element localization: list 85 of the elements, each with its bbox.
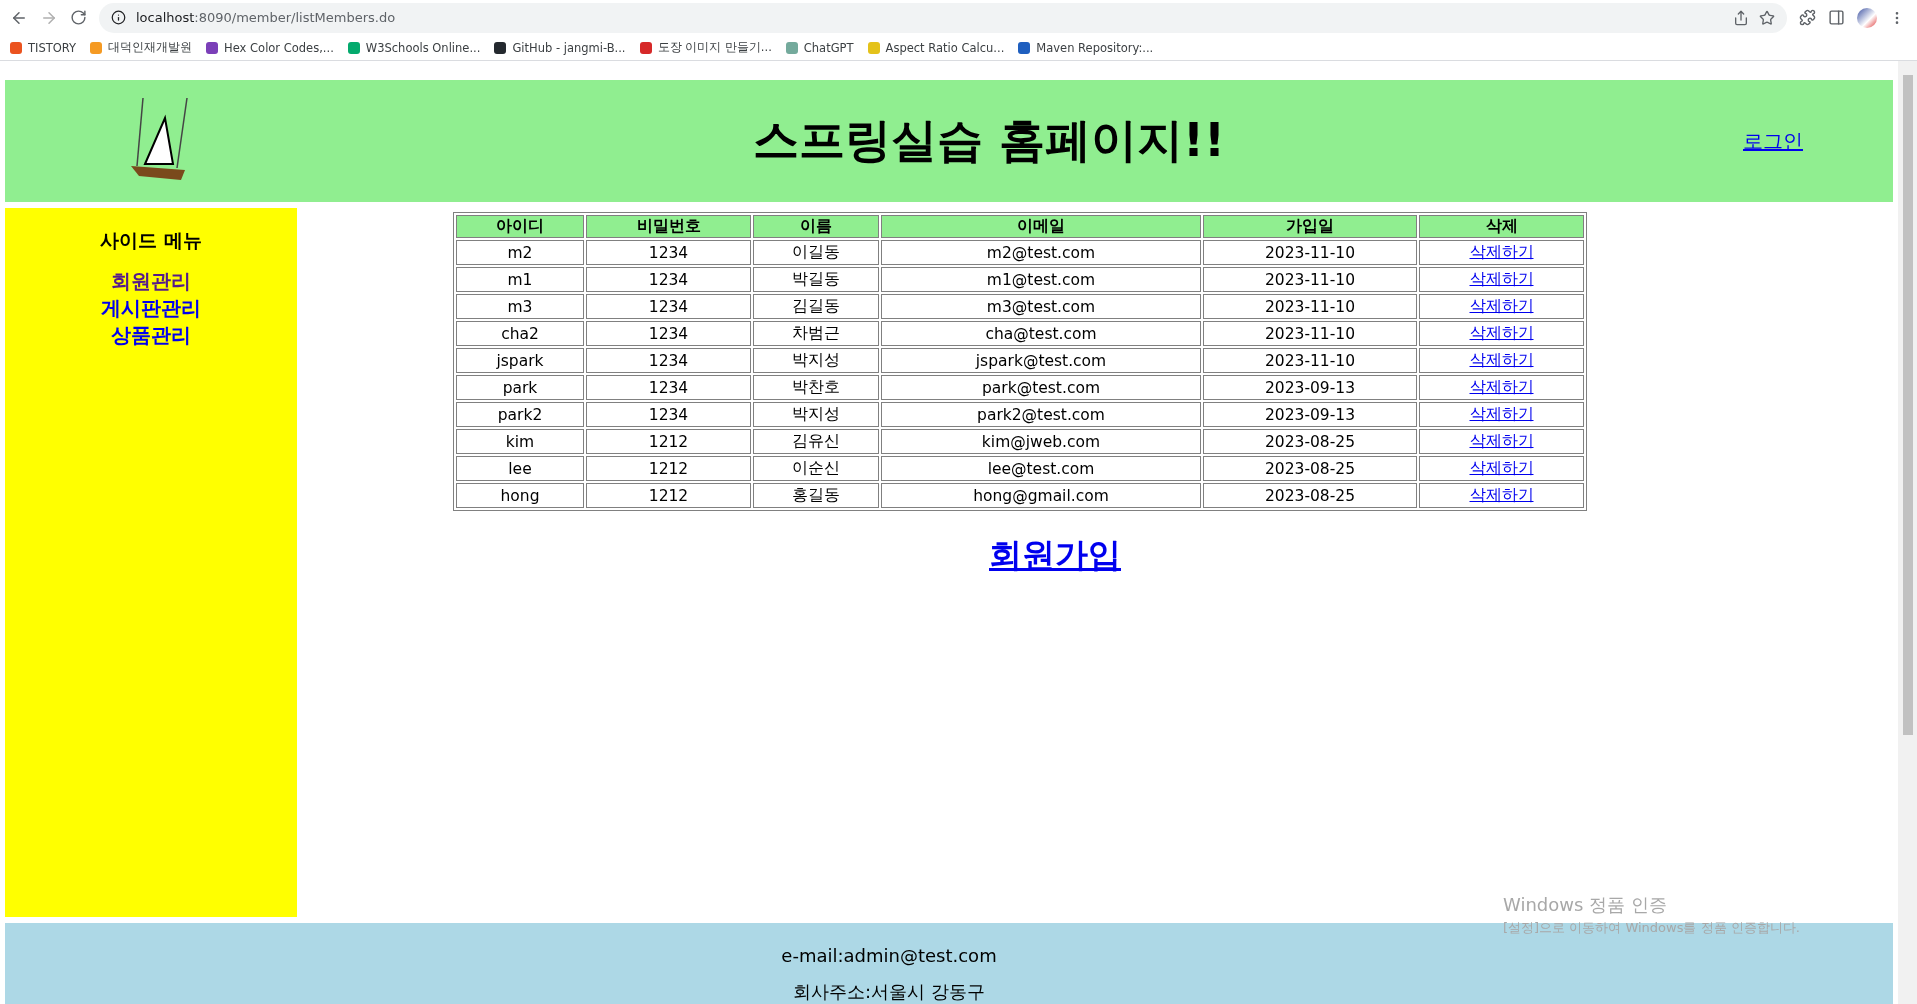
side-menu-link[interactable]: 게시판관리 — [101, 295, 201, 322]
scrollbar[interactable] — [1898, 61, 1917, 1004]
side-menu-link[interactable]: 회원관리 — [111, 268, 191, 295]
table-cell: jspark — [456, 348, 584, 373]
share-icon[interactable] — [1733, 9, 1749, 26]
table-cell: 이길동 — [753, 240, 879, 265]
table-cell: 김길동 — [753, 294, 879, 319]
table-cell: park — [456, 375, 584, 400]
bookmark-link[interactable]: Maven Repository:... — [1018, 40, 1154, 55]
column-header: 삭제 — [1419, 215, 1584, 238]
bookmark-link[interactable]: 대덕인재개발원 — [90, 40, 193, 55]
table-cell: m2 — [456, 240, 584, 265]
table-cell: 김유신 — [753, 429, 879, 454]
table-cell: 1234 — [586, 321, 751, 346]
table-cell: hong@gmail.com — [881, 483, 1201, 508]
site-title: 스프링실습 홈페이지!! — [752, 112, 1226, 169]
table-cell: 1234 — [586, 375, 751, 400]
table-cell: jspark@test.com — [881, 348, 1201, 373]
table-cell: 2023-11-10 — [1203, 321, 1417, 346]
reload-button[interactable] — [70, 9, 87, 26]
bookmark-link[interactable]: GitHub - jangmi-B... — [494, 40, 626, 55]
table-cell: cha2 — [456, 321, 584, 346]
table-cell: 1234 — [586, 240, 751, 265]
table-cell: 박지성 — [753, 402, 879, 427]
column-header: 가입일 — [1203, 215, 1417, 238]
table-cell: 2023-11-10 — [1203, 240, 1417, 265]
table-cell: 1234 — [586, 402, 751, 427]
table-cell: 2023-08-25 — [1203, 483, 1417, 508]
signup-link[interactable]: 회원가입 — [989, 533, 1121, 578]
column-header: 비밀번호 — [586, 215, 751, 238]
table-cell: 1234 — [586, 294, 751, 319]
table-cell: 1212 — [586, 429, 751, 454]
table-cell: 1212 — [586, 456, 751, 481]
table-cell: 이순신 — [753, 456, 879, 481]
side-panel-button[interactable] — [1828, 9, 1845, 26]
table-cell: 차범근 — [753, 321, 879, 346]
bookmark-link[interactable]: TISTORY — [10, 40, 77, 55]
bookmark-link[interactable]: 도장 이미지 만들기... — [639, 40, 772, 55]
side-menu-title: 사이드 메뉴 — [100, 228, 202, 253]
table-cell: kim — [456, 429, 584, 454]
table-cell: 2023-11-10 — [1203, 267, 1417, 292]
column-header: 아이디 — [456, 215, 584, 238]
table-cell: m3@test.com — [881, 294, 1201, 319]
address-bar[interactable]: localhost:8090/member/listMembers.do — [99, 2, 1787, 33]
bookmark-link[interactable]: Aspect Ratio Calcu... — [867, 40, 1005, 55]
table-cell: 박길동 — [753, 267, 879, 292]
info-icon — [111, 10, 126, 25]
table-cell: 박찬호 — [753, 375, 879, 400]
bookmark-star-icon[interactable] — [1759, 9, 1775, 26]
table-cell: 2023-11-10 — [1203, 348, 1417, 373]
table-cell: m2@test.com — [881, 240, 1201, 265]
login-link[interactable]: 로그인 — [1743, 127, 1803, 155]
table-cell: park2 — [456, 402, 584, 427]
table-cell: hong — [456, 483, 584, 508]
table-cell: 2023-08-25 — [1203, 456, 1417, 481]
table-cell: m1 — [456, 267, 584, 292]
table-cell: 1234 — [586, 348, 751, 373]
table-cell: 2023-09-13 — [1203, 375, 1417, 400]
table-cell: 2023-09-13 — [1203, 402, 1417, 427]
table-cell: 2023-11-10 — [1203, 294, 1417, 319]
table-cell: kim@jweb.com — [881, 429, 1201, 454]
side-menu-link[interactable]: 상품관리 — [111, 322, 191, 349]
table-cell: 박지성 — [753, 348, 879, 373]
bookmark-link[interactable]: Hex Color Codes,... — [206, 40, 334, 55]
column-header: 이메일 — [881, 215, 1201, 238]
table-cell: 홍길동 — [753, 483, 879, 508]
table-cell: park@test.com — [881, 375, 1201, 400]
table-cell: 1234 — [586, 267, 751, 292]
extensions-button[interactable] — [1799, 9, 1816, 26]
footer-email: e-mail:admin@test.com — [781, 945, 997, 966]
profile-avatar[interactable] — [1857, 7, 1877, 28]
table-cell: m3 — [456, 294, 584, 319]
bookmark-link[interactable]: ChatGPT — [785, 40, 854, 55]
activation-notice-text: [설정]으로 이동하여 Windows를 정품 인증합니다. — [1503, 919, 1800, 937]
column-header: 이름 — [753, 215, 879, 238]
footer-address: 회사주소:서울시 강동구 — [793, 980, 985, 1004]
table-cell: park2@test.com — [881, 402, 1201, 427]
table-cell: lee — [456, 456, 584, 481]
table-cell: m1@test.com — [881, 267, 1201, 292]
table-cell: 1212 — [586, 483, 751, 508]
table-cell: lee@test.com — [881, 456, 1201, 481]
table-cell: cha@test.com — [881, 321, 1201, 346]
bookmark-link[interactable]: W3Schools Online... — [347, 40, 481, 55]
activation-notice-title: Windows 정품 인증 — [1503, 893, 1668, 917]
table-cell: 2023-08-25 — [1203, 429, 1417, 454]
